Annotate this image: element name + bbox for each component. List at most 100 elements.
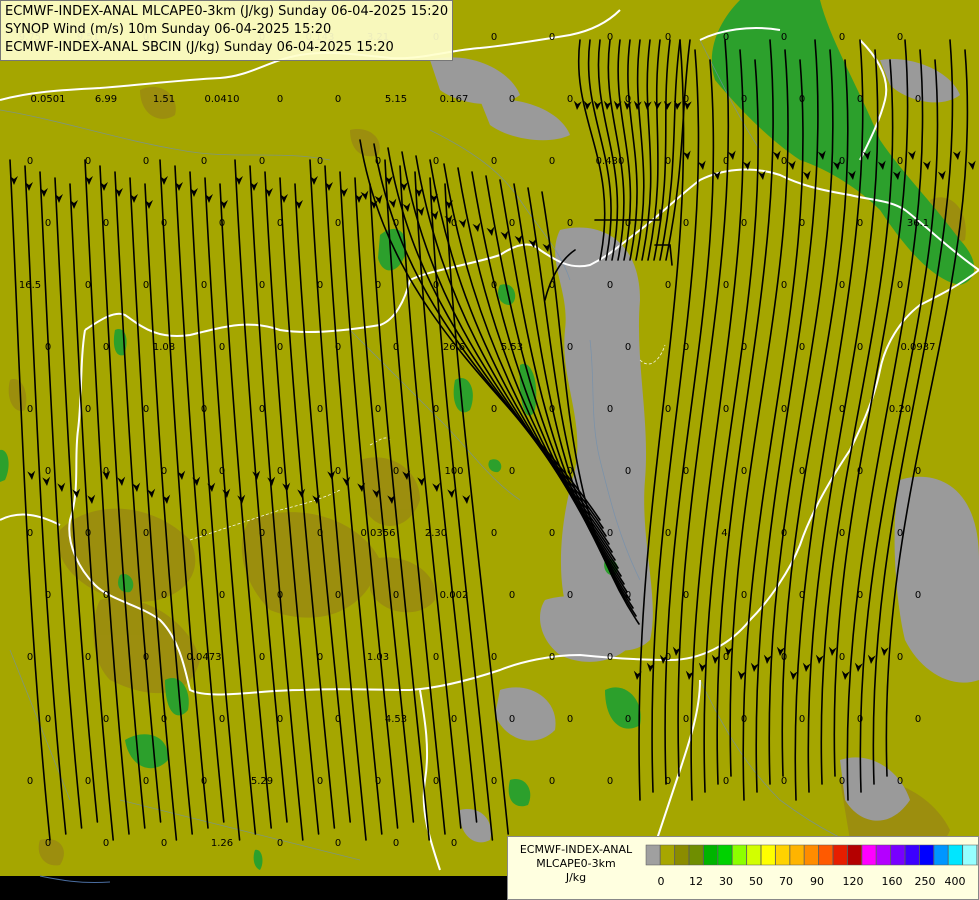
legend-swatch — [904, 844, 920, 866]
value-label: 0 — [741, 590, 747, 601]
value-label: 0 — [85, 652, 91, 663]
value-label: 5.15 — [385, 94, 407, 105]
value-label: 0.20 — [889, 404, 911, 415]
value-label: 0 — [857, 590, 863, 601]
value-label: 0 — [201, 280, 207, 291]
header-line-sbcin: ECMWF-INDEX-ANAL SBCIN (J/kg) Sunday 06-… — [5, 40, 394, 55]
value-label: 0 — [161, 590, 167, 601]
value-label: 0 — [277, 590, 283, 601]
value-label: 0 — [781, 776, 787, 787]
legend-swatch — [847, 844, 862, 866]
value-label: 0 — [103, 218, 109, 229]
value-label: 0 — [509, 466, 515, 477]
value-label: 0.0473 — [187, 652, 222, 663]
value-label: 0 — [723, 652, 729, 663]
value-label: 0 — [161, 838, 167, 849]
value-label: 0 — [433, 156, 439, 167]
value-label: 0 — [683, 590, 689, 601]
value-label: 0 — [103, 714, 109, 725]
value-label: 0 — [27, 528, 33, 539]
value-label: 0 — [277, 218, 283, 229]
value-label: 1.51 — [153, 94, 175, 105]
value-label: 6.99 — [95, 94, 117, 105]
legend-swatch — [732, 844, 747, 866]
value-label: 0 — [317, 404, 323, 415]
value-label: 0.0937 — [901, 342, 936, 353]
value-label: 0 — [915, 94, 921, 105]
value-label: 0 — [549, 528, 555, 539]
value-label: 0 — [839, 32, 845, 43]
value-label: 0 — [317, 528, 323, 539]
value-label: 0 — [857, 218, 863, 229]
legend-tick-label: 0 — [658, 875, 665, 888]
value-label: 0 — [219, 342, 225, 353]
weather-map: 9.759.510000.1433.210000000000.05016.991… — [0, 0, 979, 900]
value-label: 0 — [375, 156, 381, 167]
value-label: 0 — [393, 590, 399, 601]
value-label: 0 — [799, 714, 805, 725]
bottom-strip — [0, 876, 507, 900]
value-label: 0 — [897, 156, 903, 167]
legend-swatch — [789, 844, 805, 866]
value-label: 0 — [897, 776, 903, 787]
value-label: 0 — [915, 590, 921, 601]
value-label: 0 — [491, 404, 497, 415]
value-label: 0 — [741, 466, 747, 477]
value-label: 0 — [607, 32, 613, 43]
value-label: 0 — [723, 404, 729, 415]
value-label: 0 — [451, 218, 457, 229]
value-label: 0 — [161, 714, 167, 725]
value-label: 0 — [393, 838, 399, 849]
value-label: 0 — [567, 714, 573, 725]
value-label: 0 — [375, 280, 381, 291]
value-label: 0 — [219, 466, 225, 477]
value-label: 0 — [665, 280, 671, 291]
value-label: 0 — [723, 280, 729, 291]
legend-tick-label: 400 — [945, 875, 966, 888]
value-label: 0 — [277, 714, 283, 725]
value-label: 0 — [915, 466, 921, 477]
value-label: 0 — [451, 714, 457, 725]
value-label: 0 — [85, 156, 91, 167]
value-label: 0 — [799, 218, 805, 229]
value-label: 0 — [509, 94, 515, 105]
value-label: 1.26 — [211, 838, 233, 849]
value-label: 0 — [317, 156, 323, 167]
value-label: 1.03 — [367, 652, 389, 663]
value-label: 0 — [915, 714, 921, 725]
value-label: 0 — [509, 714, 515, 725]
value-label: 0 — [607, 776, 613, 787]
value-label: 0 — [393, 466, 399, 477]
value-label: 0 — [27, 776, 33, 787]
value-label: 0.002 — [440, 590, 469, 601]
value-label: 0 — [665, 156, 671, 167]
value-label: 0 — [567, 590, 573, 601]
value-label: 0.167 — [440, 94, 469, 105]
value-label: 0 — [625, 466, 631, 477]
value-label: 0 — [103, 342, 109, 353]
value-label: 0 — [839, 404, 845, 415]
value-label: 0 — [201, 156, 207, 167]
value-label: 0 — [143, 528, 149, 539]
legend-tick-label: 12 — [689, 875, 703, 888]
value-label: 0 — [27, 404, 33, 415]
value-label: 0.0410 — [205, 94, 240, 105]
value-label: 0 — [103, 590, 109, 601]
value-label: 0 — [143, 156, 149, 167]
value-label: 100 — [444, 466, 463, 477]
value-label: 0 — [335, 466, 341, 477]
value-label: 0 — [433, 652, 439, 663]
value-label: 0 — [625, 342, 631, 353]
value-label: 0 — [335, 342, 341, 353]
value-label: 0 — [103, 838, 109, 849]
value-label: 0 — [897, 32, 903, 43]
value-label: 0 — [549, 156, 555, 167]
legend-tick-label: 250 — [915, 875, 936, 888]
legend-tick-label: 70 — [779, 875, 793, 888]
value-label: 0 — [549, 776, 555, 787]
value-label: 0 — [549, 652, 555, 663]
value-label: 0 — [45, 590, 51, 601]
value-label: 0 — [665, 652, 671, 663]
value-label: 0 — [683, 342, 689, 353]
legend-swatch — [933, 844, 949, 866]
